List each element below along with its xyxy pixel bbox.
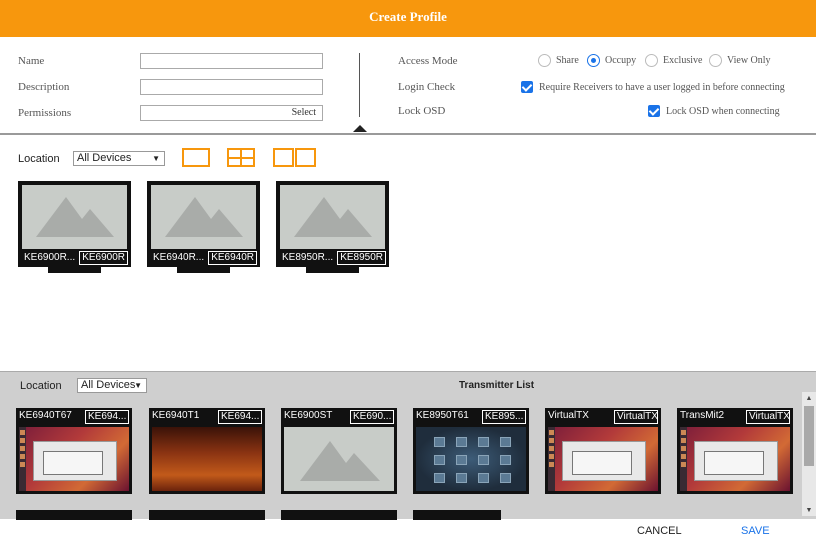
desktop-thumbnail (680, 427, 790, 491)
transmitter-name: KE6940T67 (19, 410, 72, 421)
description-label: Description (18, 81, 70, 93)
transmitter-tile[interactable]: TransMit2 VirtualTX (677, 408, 793, 494)
transmitter-name: KE6940T1 (152, 410, 200, 421)
transmitter-tile[interactable]: KE6940T67 KE694... (16, 408, 132, 494)
profile-form: Name Description Permissions Select Acce… (0, 37, 816, 134)
receiver-tag: KE6900R (79, 251, 128, 265)
transmitter-tag: VirtualTX (746, 410, 790, 424)
description-input[interactable] (140, 79, 323, 95)
placeholder-image-icon (22, 185, 127, 249)
transmitter-name: KE8950T61 (416, 410, 469, 421)
dialog-header: Create Profile (0, 0, 816, 37)
transmitter-tag: KE694... (85, 410, 129, 424)
collapse-arrow-icon[interactable] (353, 125, 367, 132)
name-input[interactable] (140, 53, 323, 69)
lock-osd-checkbox[interactable]: Lock OSD when connecting (648, 105, 780, 117)
single-screen-icon[interactable] (182, 148, 210, 167)
desktop-thumbnail (19, 427, 129, 491)
checkbox-label: Lock OSD when connecting (666, 105, 780, 117)
lock-osd-label: Lock OSD (398, 105, 446, 117)
receiver-tag: KE6940R (208, 251, 257, 265)
transmitter-tile-partial[interactable] (281, 510, 397, 520)
transmitter-tile-partial[interactable] (413, 510, 501, 520)
transmitter-panel: Location All Devices ▼ Transmitter List … (0, 371, 816, 520)
transmitter-tag: KE690... (350, 410, 394, 424)
receiver-tile[interactable]: KE6940R... KE6940R (147, 181, 260, 273)
cancel-button[interactable]: CANCEL (637, 525, 682, 537)
dialog-title: Create Profile (369, 9, 447, 24)
monitor-frame: KE6940R... KE6940R (147, 181, 260, 267)
transmitter-scrollbar[interactable]: ▲ ▼ (802, 392, 816, 516)
monitor-stand (306, 267, 359, 273)
transmitter-tile[interactable]: VirtualTX VirtualTX (545, 408, 661, 494)
receiver-tag: KE8950R (337, 251, 386, 265)
checkbox-label: Require Receivers to have a user logged … (539, 81, 785, 93)
monitor-frame: KE6900R... KE6900R (18, 181, 131, 267)
radio-selected-icon (587, 54, 600, 67)
transmitter-tag: KE895... (482, 410, 526, 424)
radio-icon (709, 54, 722, 67)
save-button[interactable]: SAVE (741, 525, 770, 537)
radio-icon (645, 54, 658, 67)
access-mode-occupy[interactable]: Occupy (587, 54, 636, 67)
radio-icon (538, 54, 551, 67)
monitor-stand (177, 267, 230, 273)
transmitter-tile[interactable]: KE6900ST KE690... (281, 408, 397, 494)
transmitter-tile[interactable]: KE8950T61 KE895... (413, 408, 529, 494)
dropdown-value: All Devices (81, 379, 136, 391)
transmitter-name: VirtualTX (548, 410, 589, 421)
transmitter-tile-partial[interactable] (16, 510, 132, 520)
receiver-location-dropdown[interactable]: All Devices ▼ (73, 151, 165, 166)
transmitter-tile[interactable]: KE6940T1 KE694... (149, 408, 265, 494)
checkbox-checked-icon (648, 105, 660, 117)
scroll-down-icon[interactable]: ▼ (802, 504, 816, 516)
radio-label: View Only (727, 55, 771, 66)
radio-label: Share (556, 55, 579, 66)
desktop-thumbnail (548, 427, 658, 491)
permissions-label: Permissions (18, 107, 72, 119)
login-check-checkbox[interactable]: Require Receivers to have a user logged … (521, 81, 785, 93)
monitor-stand (48, 267, 101, 273)
receiver-location-label: Location (18, 153, 60, 165)
placeholder-image-icon (280, 185, 385, 249)
wallpaper-thumbnail (152, 427, 262, 491)
monitor-frame: KE8950R... KE8950R (276, 181, 389, 267)
app-grid-thumbnail (416, 427, 526, 491)
placeholder-image-icon (151, 185, 256, 249)
scroll-up-icon[interactable]: ▲ (802, 392, 816, 404)
access-mode-label: Access Mode (398, 55, 458, 67)
transmitter-name: TransMit2 (680, 410, 725, 421)
name-label: Name (18, 55, 45, 67)
scroll-thumb[interactable] (804, 406, 814, 466)
access-mode-share[interactable]: Share (538, 54, 579, 67)
transmitter-tag: KE694... (218, 410, 262, 424)
quad-screen-icon[interactable] (227, 148, 255, 167)
dual-screen-right-icon[interactable] (295, 148, 316, 167)
permissions-select-button[interactable]: Select (140, 105, 323, 121)
placeholder-image-icon (284, 427, 394, 491)
login-check-label: Login Check (398, 81, 456, 93)
dual-screen-left-icon[interactable] (273, 148, 294, 167)
transmitter-location-label: Location (20, 380, 62, 392)
transmitter-name: KE6900ST (284, 410, 333, 421)
checkbox-checked-icon (521, 81, 533, 93)
chevron-down-icon: ▼ (134, 381, 142, 390)
transmitter-tile-partial[interactable] (149, 510, 265, 520)
receiver-name: KE8950R... (282, 252, 334, 263)
access-mode-exclusive[interactable]: Exclusive (645, 54, 702, 67)
access-mode-view-only[interactable]: View Only (709, 54, 771, 67)
section-divider (0, 133, 816, 135)
dropdown-value: All Devices (77, 152, 132, 164)
receiver-tile[interactable]: KE8950R... KE8950R (276, 181, 389, 273)
radio-label: Exclusive (663, 55, 703, 66)
receiver-tile[interactable]: KE6900R... KE6900R (18, 181, 131, 273)
receiver-name: KE6900R... (24, 252, 76, 263)
transmitter-list-title: Transmitter List (459, 380, 535, 391)
receiver-name: KE6940R... (153, 252, 205, 263)
transmitter-tag: VirtualTX (614, 410, 658, 424)
chevron-down-icon: ▼ (152, 154, 160, 163)
radio-label: Occupy (605, 55, 637, 66)
transmitter-location-dropdown[interactable]: All Devices ▼ (77, 378, 147, 393)
form-divider (359, 53, 360, 117)
